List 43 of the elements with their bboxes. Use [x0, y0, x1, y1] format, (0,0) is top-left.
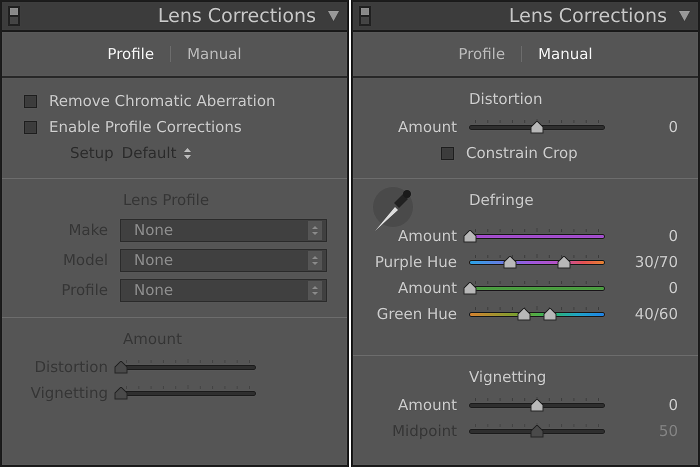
slider-label: Amount	[397, 278, 458, 299]
slider-thumb[interactable]	[530, 399, 544, 412]
tab[interactable]: Profile	[458, 42, 506, 66]
slider-label: Amount	[397, 116, 458, 138]
stepper-icon	[308, 220, 322, 240]
slider-label: Green Hue	[376, 304, 458, 325]
checkbox-label: Remove Chromatic Aberration	[49, 90, 276, 112]
panel-title: Lens Corrections	[508, 4, 667, 29]
checkbox[interactable]	[24, 120, 37, 134]
tab[interactable]: Profile	[107, 42, 154, 66]
slider-thumb[interactable]	[543, 308, 558, 321]
slider-thumb[interactable]	[463, 230, 477, 243]
slider-value: 30/70	[634, 252, 679, 273]
slider-thumb[interactable]	[503, 256, 518, 269]
collapse-triangle-icon	[679, 11, 690, 21]
slider-value: 0	[668, 278, 679, 299]
checkbox-label: Enable Profile Corrections	[49, 116, 242, 138]
solo-switch-icon	[8, 6, 20, 26]
panel-title: Lens Corrections	[158, 4, 316, 29]
tab[interactable]: Manual	[538, 42, 593, 66]
stepper-icon	[308, 280, 322, 300]
slider-value: 40/60	[634, 304, 679, 325]
slider-value: 0	[668, 394, 679, 416]
slider-thumb[interactable]	[463, 282, 477, 295]
slider-thumb[interactable]	[556, 256, 571, 269]
collapse-triangle-icon	[328, 11, 339, 21]
stepper-icon	[308, 250, 322, 270]
section-heading: Distortion	[469, 89, 542, 110]
slider-value: 0	[668, 226, 679, 247]
checkbox[interactable]	[24, 94, 37, 108]
checkbox-label: Constrain Crop	[466, 142, 578, 164]
slider-value: 0	[668, 116, 679, 138]
slider-label: Purple Hue	[374, 252, 458, 273]
stepper-icon	[184, 148, 192, 158]
slider-label: Amount	[397, 226, 458, 247]
slider-thumb[interactable]	[530, 121, 544, 134]
checkbox[interactable]	[441, 146, 454, 160]
slider-label: Amount	[397, 394, 458, 416]
solo-switch-icon	[359, 6, 371, 26]
slider-thumb[interactable]	[516, 308, 531, 321]
section-heading: Vignetting	[469, 367, 546, 388]
tab[interactable]: Manual	[187, 42, 242, 66]
section-heading: Defringe	[469, 190, 534, 211]
